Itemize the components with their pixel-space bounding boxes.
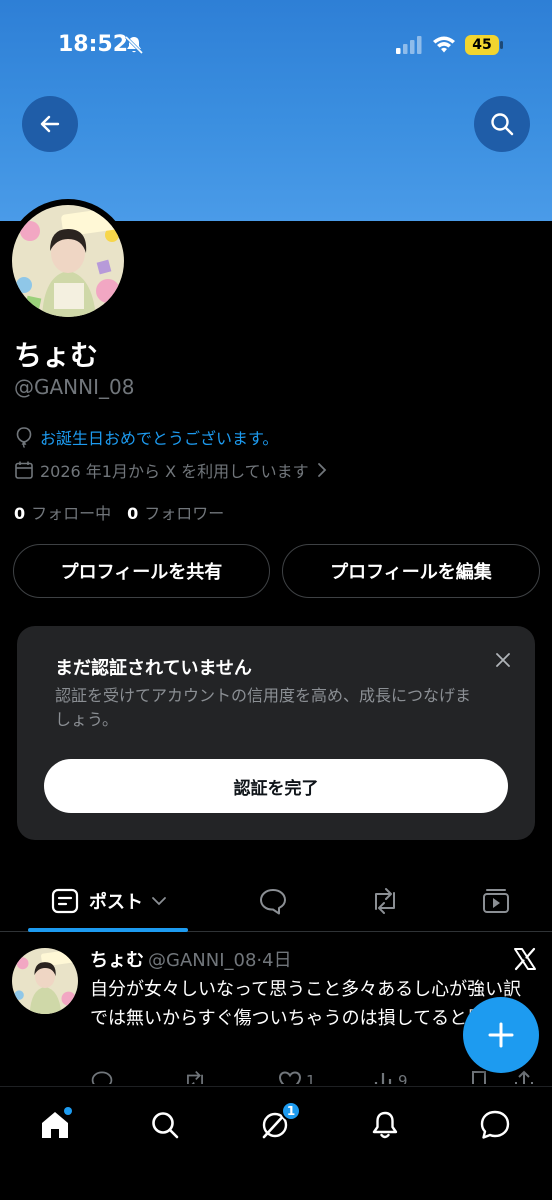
grok-badge: 1 [281, 1101, 301, 1121]
search-button[interactable] [474, 96, 530, 152]
post-item[interactable]: ちょむ @GANNI_08·4日 自分が女々しいなって思うこと多々あるし心が強い訳… [0, 934, 552, 1084]
like-button[interactable]: 1 [278, 1070, 316, 1084]
status-time: 18:52 [58, 32, 129, 57]
birthday-row: お誕生日おめでとうございます。 [14, 425, 278, 449]
reply-icon [260, 889, 286, 915]
views-button[interactable]: 9 [372, 1070, 408, 1084]
verification-description: 認証を受けてアカウントの信用度を高め、成長につなげましょう。 [55, 686, 472, 729]
repost-button[interactable] [182, 1070, 208, 1084]
share-button[interactable] [514, 1070, 534, 1084]
cellular-signal-icon [396, 36, 422, 54]
bell-icon [372, 1111, 398, 1139]
chevron-right-icon [317, 463, 326, 477]
plus-icon [488, 1022, 514, 1048]
views-count: 9 [398, 1072, 408, 1084]
bell-off-icon [124, 35, 144, 55]
joined-text: 2026 年1月から X を利用しています [40, 462, 309, 481]
search-icon [491, 113, 514, 136]
search-icon [152, 1112, 179, 1139]
tab-reposts[interactable] [355, 870, 415, 932]
display-name: ちょむ [14, 339, 99, 372]
battery-indicator: 45 [465, 35, 503, 55]
joined-row[interactable]: 2026 年1月から X を利用しています [14, 458, 327, 482]
bookmark-icon [472, 1071, 486, 1084]
home-notification-dot [64, 1107, 72, 1115]
active-tab-indicator [28, 928, 188, 932]
wifi-icon [433, 36, 455, 53]
status-bar: 18:52 45 [0, 0, 552, 90]
share-icon [515, 1070, 533, 1084]
reply-button[interactable] [90, 1070, 114, 1084]
birthday-text: お誕生日おめでとうございます。 [40, 429, 279, 448]
chevron-down-icon [152, 897, 166, 906]
bookmark-button[interactable] [470, 1070, 488, 1084]
chat-bubble-icon [480, 1110, 510, 1139]
bottom-navigation: 1 [0, 1086, 552, 1200]
nav-explore[interactable] [145, 1105, 185, 1145]
battery-level: 45 [472, 37, 492, 53]
nav-messages[interactable] [475, 1105, 515, 1145]
followers-label: フォロワー [144, 504, 225, 523]
followers-count: 0 [127, 504, 139, 523]
like-count: 1 [306, 1072, 316, 1084]
nav-home[interactable] [35, 1105, 75, 1145]
follow-stats: 0 フォロー中 0 フォロワー [14, 500, 224, 524]
close-button[interactable] [491, 648, 515, 672]
profile-handle: @GANNI_08 [14, 375, 135, 399]
post-actions: 1 9 [90, 1070, 533, 1084]
tab-posts[interactable]: ポスト [28, 870, 190, 932]
close-icon [496, 653, 510, 667]
analytics-icon [374, 1073, 392, 1084]
post-meta: @GANNI_08·4日 [148, 950, 292, 971]
nav-grok[interactable]: 1 [255, 1101, 301, 1145]
repost-icon [375, 888, 395, 914]
post-header: ちょむ @GANNI_08·4日 [90, 946, 292, 972]
repost-icon [187, 1070, 203, 1084]
heart-icon [278, 1071, 302, 1084]
verification-title: まだ認証されていません [55, 658, 252, 679]
following-label: フォロー中 [31, 504, 112, 523]
verification-card: まだ認証されていません 認証を受けてアカウントの信用度を高め、成長につなげましょ… [17, 626, 535, 840]
share-profile-button[interactable]: プロフィールを共有 [13, 544, 270, 598]
edit-profile-button[interactable]: プロフィールを編集 [282, 544, 540, 598]
arrow-left-icon [40, 115, 60, 133]
reply-icon [91, 1071, 113, 1084]
post-author-name[interactable]: ちょむ [90, 950, 144, 971]
profile-tabs: ポスト [0, 870, 552, 932]
following-link[interactable]: 0 フォロー中 [14, 504, 111, 523]
media-icon [483, 889, 509, 913]
nav-notifications[interactable] [365, 1105, 405, 1145]
post-avatar[interactable] [12, 948, 78, 1014]
profile-avatar[interactable] [6, 199, 130, 323]
complete-verification-button[interactable]: 認証を完了 [44, 759, 508, 813]
followers-link[interactable]: 0 フォロワー [127, 504, 224, 523]
tab-media[interactable] [466, 870, 526, 932]
tab-replies[interactable] [243, 870, 303, 932]
balloon-icon [16, 427, 32, 448]
calendar-icon [15, 461, 33, 479]
x-logo-icon [514, 947, 536, 971]
avatar-image [12, 205, 124, 317]
back-button[interactable] [22, 96, 78, 152]
compose-post-button[interactable] [463, 997, 539, 1073]
post-icon [51, 888, 79, 914]
tab-posts-label: ポスト [89, 892, 143, 913]
following-count: 0 [14, 504, 26, 523]
